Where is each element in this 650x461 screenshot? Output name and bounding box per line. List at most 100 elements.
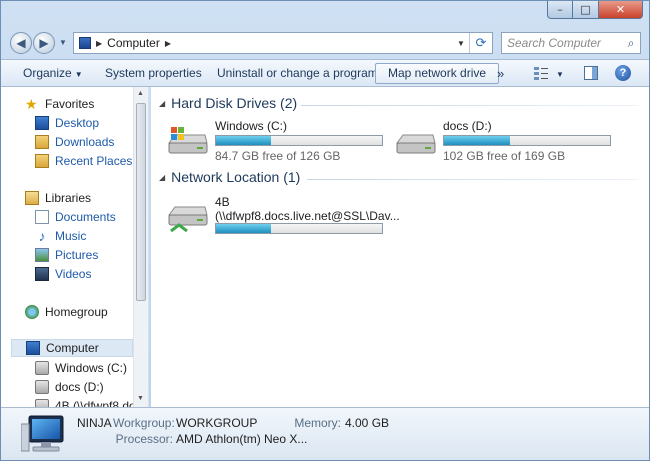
- nav-item-recent-places[interactable]: Recent Places: [35, 152, 132, 170]
- nav-item-desktop[interactable]: Desktop: [35, 114, 99, 132]
- nav-favorites-label: Favorites: [45, 97, 95, 111]
- map-network-drive-button[interactable]: Map network drive: [375, 63, 500, 84]
- drive-icon: [396, 134, 436, 154]
- nav-item-pictures-label: Pictures: [55, 248, 99, 262]
- nav-item-videos[interactable]: Videos: [35, 265, 91, 283]
- downloads-folder-icon: [35, 135, 49, 149]
- help-icon[interactable]: ?: [615, 65, 631, 81]
- nav-computer-label: Computer: [46, 341, 99, 355]
- drive-usage-bar: [215, 135, 383, 146]
- forward-button[interactable]: ▶: [33, 32, 55, 54]
- nav-homegroup[interactable]: Homegroup: [25, 303, 108, 321]
- music-icon: ♪: [38, 228, 46, 244]
- workgroup-value: WORKGROUP: [176, 416, 258, 430]
- collapse-triangle-icon[interactable]: ◢: [159, 99, 165, 108]
- nav-computer[interactable]: Computer: [11, 339, 133, 357]
- nav-favorites[interactable]: ★ Favorites: [25, 95, 94, 113]
- breadcrumb-computer[interactable]: Computer: [107, 36, 160, 50]
- drive-tile-windows-c[interactable]: Windows (C:) 84.7 GB free of 126 GB: [167, 119, 397, 163]
- nav-item-music-label: Music: [55, 229, 87, 243]
- nav-scrollbar[interactable]: ▲ ▼: [133, 87, 148, 407]
- close-button[interactable]: ✕: [599, 1, 643, 19]
- scrollbar-thumb[interactable]: [136, 103, 146, 301]
- drive-icon: [35, 380, 49, 394]
- nav-item-windows-c-label: Windows (C:): [55, 361, 128, 375]
- recent-pages-dropdown[interactable]: ▼: [59, 38, 67, 47]
- nav-item-desktop-label: Desktop: [55, 116, 100, 130]
- drive-tile-docs-d[interactable]: docs (D:) 102 GB free of 169 GB: [395, 119, 625, 163]
- drive-name: Windows (C:): [215, 119, 288, 133]
- search-box[interactable]: Search Computer ⌕: [501, 32, 641, 54]
- libraries-icon: [25, 191, 39, 205]
- nav-item-network-4b-label: 4B (\\dfwpf8.doc: [55, 399, 142, 407]
- search-icon[interactable]: ⌕: [622, 36, 640, 51]
- nav-item-documents-label: Documents: [55, 210, 116, 224]
- desktop-icon: [35, 116, 49, 130]
- organize-button[interactable]: Organize ▼: [23, 63, 83, 84]
- nav-item-docs-d[interactable]: docs (D:): [35, 378, 104, 396]
- organize-label: Organize: [23, 66, 72, 80]
- explorer-window: – □ ✕ ◀ ▶ ▼ ▶ Computer ▶ ▼ ⟳ Search Comp…: [0, 0, 650, 461]
- drive-tile-network-4b[interactable]: 4B (\\dfwpf8.docs.live.net@SSL\Dav...: [167, 195, 400, 235]
- processor-label: Processor:: [115, 432, 173, 446]
- command-bar: Organize ▼ System properties Uninstall or…: [1, 59, 649, 87]
- network-path: (\\dfwpf8.docs.live.net@SSL\Dav...: [215, 209, 400, 223]
- maximize-button[interactable]: □: [573, 1, 599, 19]
- minimize-button[interactable]: –: [547, 1, 573, 19]
- forward-arrow-icon: ▶: [39, 36, 49, 50]
- more-commands-button[interactable]: »: [497, 63, 504, 84]
- nav-item-documents[interactable]: Documents: [35, 208, 116, 226]
- breadcrumb-chevron-icon[interactable]: ▶: [165, 39, 171, 48]
- drive-name: docs (D:): [443, 119, 492, 133]
- nav-libraries[interactable]: Libraries: [25, 189, 91, 207]
- nav-item-network-4b[interactable]: 4B (\\dfwpf8.doc: [35, 397, 142, 407]
- group-header-network[interactable]: ◢ Network Location (1): [159, 169, 300, 185]
- nav-libraries-label: Libraries: [45, 191, 92, 205]
- preview-pane-icon[interactable]: [583, 65, 599, 81]
- scroll-down-icon[interactable]: ▼: [137, 395, 144, 402]
- nav-item-downloads[interactable]: Downloads: [35, 133, 114, 151]
- system-properties-button[interactable]: System properties: [105, 63, 202, 84]
- group-header-hdd[interactable]: ◢ Hard Disk Drives (2): [159, 95, 297, 111]
- nav-item-pictures[interactable]: Pictures: [35, 246, 98, 264]
- address-dropdown-icon[interactable]: ▼: [452, 38, 469, 48]
- address-bar[interactable]: ▶ Computer ▶ ▼ ⟳: [73, 32, 493, 54]
- memory-label: Memory:: [294, 416, 341, 430]
- drive-usage-fill: [216, 224, 271, 233]
- drive-free-space: 84.7 GB free of 126 GB: [215, 149, 341, 163]
- nav-item-windows-c[interactable]: Windows (C:): [35, 359, 127, 377]
- collapse-triangle-icon[interactable]: ◢: [159, 173, 165, 182]
- group-divider: [307, 179, 639, 180]
- address-row: ◀ ▶ ▼ ▶ Computer ▶ ▼ ⟳ Search Computer ⌕: [1, 29, 649, 57]
- homegroup-icon: [25, 305, 39, 319]
- back-arrow-icon: ◀: [16, 36, 26, 50]
- nav-homegroup-label: Homegroup: [45, 305, 108, 319]
- scroll-up-icon[interactable]: ▲: [137, 90, 144, 97]
- content-pane: ◢ Hard Disk Drives (2) Windows (C:) 84.7…: [151, 87, 649, 407]
- search-input[interactable]: Search Computer: [502, 36, 622, 50]
- drive-name: 4B: [215, 195, 230, 209]
- details-pane: NINJA Workgroup: WORKGROUP Memory: 4.00 …: [1, 407, 649, 460]
- computer-icon: [26, 341, 40, 355]
- pictures-icon: [35, 248, 49, 262]
- network-drive-icon: [35, 399, 49, 407]
- breadcrumb-separator-icon[interactable]: ▶: [96, 39, 102, 48]
- refresh-icon[interactable]: ⟳: [469, 33, 492, 53]
- nav-item-recent-places-label: Recent Places: [55, 154, 133, 168]
- nav-item-music[interactable]: ♪ Music: [35, 227, 87, 245]
- nav-item-videos-label: Videos: [55, 267, 92, 281]
- recent-places-icon: [35, 154, 49, 168]
- star-icon: ★: [25, 96, 38, 112]
- change-view-icon[interactable]: [533, 65, 549, 81]
- back-button[interactable]: ◀: [10, 32, 32, 54]
- group-divider: [301, 105, 639, 106]
- workgroup-label: Workgroup:: [113, 416, 175, 430]
- nav-item-docs-d-label: docs (D:): [55, 380, 104, 394]
- uninstall-program-button[interactable]: Uninstall or change a program: [217, 63, 378, 84]
- caret-down-icon: ▼: [74, 70, 83, 79]
- view-options-dropdown-icon[interactable]: ▼: [556, 64, 564, 85]
- drive-usage-bar: [215, 223, 383, 234]
- computer-icon: [79, 37, 91, 49]
- drive-usage-fill: [216, 136, 271, 145]
- processor-value: AMD Athlon(tm) Neo X...: [176, 432, 308, 446]
